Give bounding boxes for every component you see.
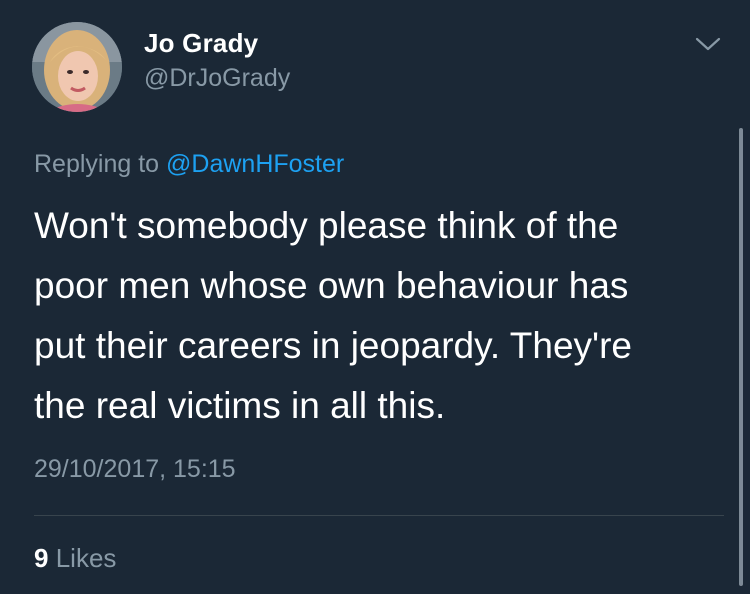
replying-to-label: Replying to xyxy=(34,150,160,178)
display-name[interactable]: Jo Grady xyxy=(144,28,258,59)
likes-label: Likes xyxy=(55,543,117,573)
reply-mention-link[interactable]: @DawnHFoster xyxy=(166,150,344,178)
user-handle[interactable]: @DrJoGrady xyxy=(144,64,290,93)
chevron-down-icon[interactable] xyxy=(694,34,722,54)
tweet-timestamp[interactable]: 29/10/2017, 15:15 xyxy=(34,455,236,484)
replying-to: Replying to @DawnHFoster xyxy=(34,150,344,179)
divider xyxy=(34,515,724,516)
avatar-image xyxy=(32,22,122,112)
likes-count: 9 xyxy=(34,543,49,573)
tweet-card: Jo Grady @DrJoGrady Replying to @DawnHFo… xyxy=(0,0,750,594)
scrollbar[interactable] xyxy=(739,128,743,586)
tweet-text-line: Won't somebody please think of the xyxy=(34,205,619,246)
tweet-text-line: the real victims in all this. xyxy=(34,385,446,426)
likes-stat[interactable]: 9 Likes xyxy=(34,543,116,574)
tweet-text-line: put their careers in jeopardy. They're xyxy=(34,325,632,366)
avatar[interactable] xyxy=(32,22,122,112)
tweet-text: Won't somebody please think of the poor … xyxy=(34,196,714,436)
tweet-text-line: poor men whose own behaviour has xyxy=(34,265,629,306)
